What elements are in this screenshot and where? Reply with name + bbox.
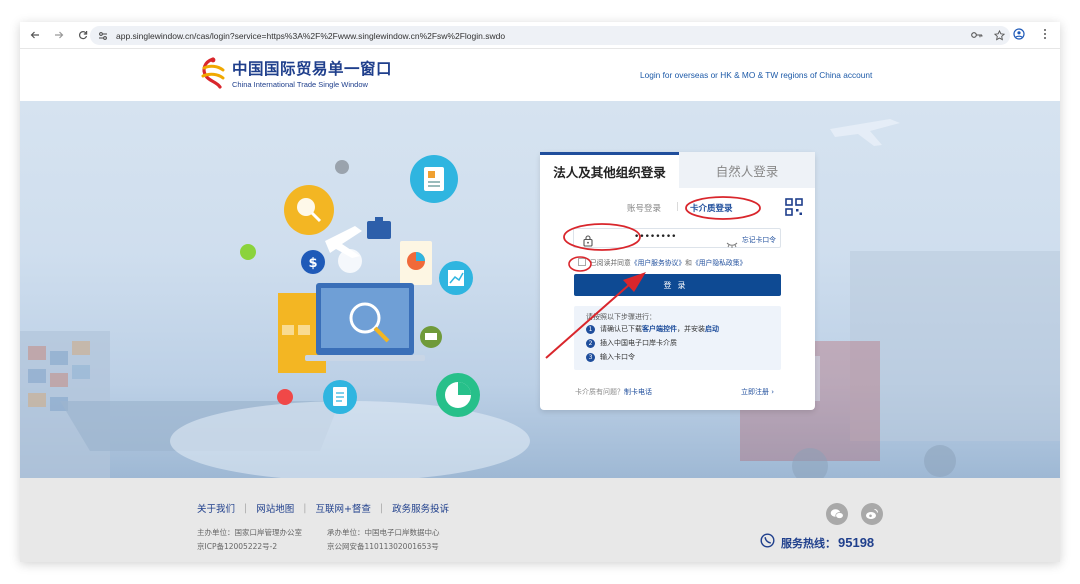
footer-icp[interactable]: 京ICP备12005222号-2 [197, 541, 277, 552]
tab-person-login[interactable]: 自然人登录 [679, 152, 815, 188]
step-1-number: 1 [586, 324, 595, 334]
card-phone-link[interactable]: 制卡电话 [624, 388, 652, 396]
tab-org-login[interactable]: 法人及其他组织登录 [540, 152, 679, 188]
footer-nav: 关于我们 | 网站地图 | 互联网+督查 | 政务服务投诉 [197, 501, 449, 516]
menu-dots-icon[interactable] [1038, 27, 1052, 41]
footer-undertake: 承办单位：中国电子口岸数据中心 [327, 528, 440, 537]
url-text: app.singlewindow.cn/cas/login?service=ht… [116, 30, 506, 41]
svg-text:$: $ [308, 256, 317, 271]
launch-link[interactable]: 启动 [705, 324, 719, 334]
overseas-login-link[interactable]: Login for overseas or HK & MO & TW regio… [640, 70, 872, 80]
service-hotline: 服务热线： 95198 [760, 533, 874, 552]
agree-text: 已阅读并同意《用户服务协议》和《用户隐私政策》 [590, 257, 746, 267]
password-key-icon[interactable] [970, 28, 984, 42]
agree-prefix: 已阅读并同意 [590, 259, 631, 267]
footer-host: 主办单位：国家口岸管理办公室 [197, 528, 302, 537]
browser-toolbar: app.singlewindow.cn/cas/login?service=ht… [20, 22, 1060, 49]
logo-title-cn: 中国国际贸易单一窗口 [232, 60, 393, 78]
card-password-input[interactable]: •••••••• 忘记卡口令 [573, 228, 781, 248]
footer-link-supervision[interactable]: 互联网+督查 [315, 501, 370, 515]
forgot-card-password-link[interactable]: 忘记卡口令 [742, 234, 776, 244]
agree-and: 和 [685, 259, 692, 267]
step-1-text-b: ，并安装 [677, 325, 705, 333]
logo-title-en: China International Trade Single Window [232, 80, 368, 89]
footer-separator: | [379, 502, 384, 514]
subtab-account-login[interactable]: 账号登录 [627, 202, 661, 214]
hero-banner: $ 法人及其他组织登录 自然人登录 账号登录 | 卡介质登录 •••••••• … [20, 101, 1060, 478]
hotline-number: 95198 [838, 535, 875, 550]
footer-separator: | [244, 502, 248, 514]
subtab-card-login[interactable]: 卡介质登录 [690, 202, 733, 214]
wechat-icon[interactable] [826, 503, 848, 525]
register-link[interactable]: 立即注册 › [741, 387, 774, 397]
qrcode-icon[interactable] [784, 197, 804, 217]
site-settings-icon[interactable] [96, 29, 110, 43]
client-control-link[interactable]: 客户端控件 [642, 324, 677, 334]
footer-link-sitemap[interactable]: 网站地图 [256, 501, 294, 515]
login-card: 法人及其他组织登录 自然人登录 账号登录 | 卡介质登录 •••••••• 忘记… [540, 152, 815, 410]
steps-title: 请按照以下步骤进行： [586, 313, 656, 321]
phone-clock-icon [760, 533, 775, 552]
step-2-text: 插入中国电子口岸卡介质 [600, 339, 677, 347]
step-2-number: 2 [586, 338, 595, 348]
footer-link-about[interactable]: 关于我们 [197, 501, 235, 515]
user-agreement-link[interactable]: 《用户服务协议》 [631, 259, 685, 267]
step-3-text: 输入卡口令 [600, 353, 635, 361]
steps-panel: 请按照以下步骤进行： 1 请确认已下载 客户端控件 ，并安装 启动 2 插入中国电子口… [574, 306, 781, 370]
star-icon[interactable] [992, 28, 1006, 42]
hotline-label: 服务热线： [781, 536, 836, 550]
agree-checkbox[interactable] [578, 258, 586, 266]
step-1-text: 请确认已下载 [600, 325, 642, 333]
login-button[interactable]: 登录 [574, 274, 781, 296]
site-footer: 关于我们 | 网站地图 | 互联网+督查 | 政务服务投诉 主办单位：国家口岸管… [20, 478, 1060, 562]
site-header: 中国国际贸易单一窗口 China International Trade Sin… [20, 49, 1060, 101]
browser-window: app.singlewindow.cn/cas/login?service=ht… [20, 22, 1060, 562]
footer-separator: | [303, 502, 307, 514]
address-bar[interactable]: app.singlewindow.cn/cas/login?service=ht… [90, 26, 1010, 45]
forward-arrow-icon[interactable] [50, 26, 68, 44]
card-help-question: 卡介质有问题？ [575, 388, 624, 396]
footer-link-complaint[interactable]: 政务服务投诉 [392, 501, 449, 515]
back-arrow-icon[interactable] [26, 26, 44, 44]
profile-icon[interactable] [1012, 27, 1026, 41]
privacy-policy-link[interactable]: 《用户隐私政策》 [692, 259, 746, 267]
step-3: 3 输入卡口令 [586, 352, 635, 362]
step-1: 1 请确认已下载 客户端控件 ，并安装 启动 [586, 324, 719, 334]
card-help: 卡介质有问题？制卡电话 [575, 387, 652, 397]
password-value: •••••••• [634, 232, 677, 242]
lock-icon [582, 232, 594, 247]
step-2: 2 插入中国电子口岸卡介质 [586, 338, 677, 348]
eye-closed-icon[interactable] [726, 234, 738, 248]
subtab-separator: | [676, 202, 679, 212]
single-window-logo-icon[interactable] [198, 56, 228, 92]
weibo-icon[interactable] [861, 503, 883, 525]
footer-police[interactable]: 京公网安备11011302001653号 [327, 541, 439, 552]
step-3-number: 3 [586, 352, 595, 362]
